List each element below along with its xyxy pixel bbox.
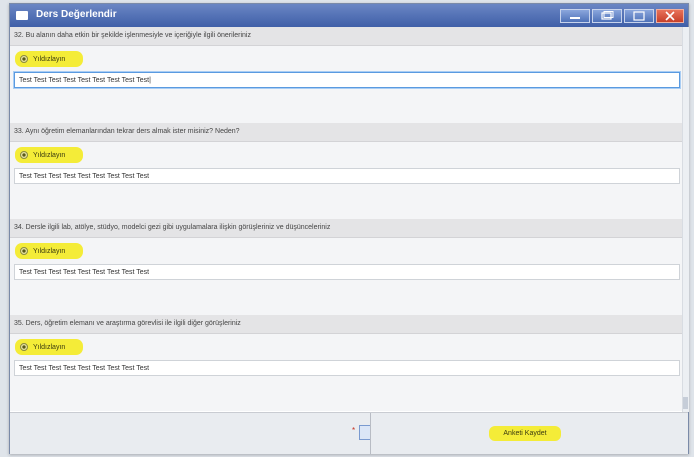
question-text: 32. Bu alanın daha etkin bir şekilde işl… bbox=[14, 32, 251, 39]
vertical-scrollbar[interactable] bbox=[682, 27, 689, 412]
star-option[interactable]: Yıldızlayın bbox=[15, 147, 83, 163]
question-33: 33. Aynı öğretim elemanlarından tekrar d… bbox=[10, 123, 688, 219]
option-label: Yıldızlayın bbox=[33, 344, 66, 351]
radio-button[interactable] bbox=[20, 55, 28, 63]
close-icon[interactable] bbox=[656, 9, 684, 23]
option-label: Yıldızlayın bbox=[33, 152, 66, 159]
star-option[interactable]: Yıldızlayın bbox=[15, 339, 83, 355]
maximize-icon[interactable] bbox=[624, 9, 654, 23]
radio-button[interactable] bbox=[20, 247, 28, 255]
question-header: 32. Bu alanın daha etkin bir şekilde işl… bbox=[10, 27, 688, 46]
question-text: 34. Dersle ilgili lab, atölye, stüdyo, m… bbox=[14, 224, 331, 231]
star-option[interactable]: Yıldızlayın bbox=[15, 243, 83, 259]
star-option[interactable]: Yıldızlayın bbox=[15, 51, 83, 67]
question-header: 33. Aynı öğretim elemanlarından tekrar d… bbox=[10, 123, 688, 142]
minimize-icon[interactable] bbox=[560, 9, 590, 23]
survey-window: Ders Değerlendir 32. Bu alanın daha etki… bbox=[9, 3, 689, 454]
survey-content[interactable]: 32. Bu alanın daha etkin bir şekilde işl… bbox=[10, 27, 688, 412]
question-34: 34. Dersle ilgili lab, atölye, stüdyo, m… bbox=[10, 219, 688, 315]
question-header: 35. Ders, öğretim elemanı ve araştırma g… bbox=[10, 315, 688, 334]
scroll-thumb[interactable] bbox=[683, 397, 688, 409]
answer-field[interactable]: Test Test Test Test Test Test Test Test … bbox=[14, 264, 680, 280]
question-35: 35. Ders, öğretim elemanı ve araştırma g… bbox=[10, 315, 688, 411]
required-mark: * bbox=[352, 426, 356, 435]
question-text: 35. Ders, öğretim elemanı ve araştırma g… bbox=[14, 320, 241, 327]
footer-bar: * Anketi Kaydet bbox=[10, 412, 688, 454]
radio-button[interactable] bbox=[20, 151, 28, 159]
title-bar[interactable]: Ders Değerlendir bbox=[10, 4, 688, 27]
answer-field[interactable]: Test Test Test Test Test Test Test Test … bbox=[14, 360, 680, 376]
question-32: 32. Bu alanın daha etkin bir şekilde işl… bbox=[10, 27, 688, 123]
save-panel: Anketi Kaydet bbox=[370, 413, 689, 454]
save-survey-button[interactable]: Anketi Kaydet bbox=[489, 426, 561, 441]
answer-field[interactable]: Test Test Test Test Test Test Test Test … bbox=[14, 168, 680, 184]
question-header: 34. Dersle ilgili lab, atölye, stüdyo, m… bbox=[10, 219, 688, 238]
answer-field[interactable]: Test Test Test Test Test Test Test Test … bbox=[14, 72, 680, 88]
option-label: Yıldızlayın bbox=[33, 248, 66, 255]
window-icon bbox=[16, 11, 28, 20]
window-title: Ders Değerlendir bbox=[36, 9, 117, 20]
radio-button[interactable] bbox=[20, 343, 28, 351]
question-text: 33. Aynı öğretim elemanlarından tekrar d… bbox=[14, 128, 240, 135]
option-label: Yıldızlayın bbox=[33, 56, 66, 63]
restore-icon[interactable] bbox=[592, 9, 622, 23]
